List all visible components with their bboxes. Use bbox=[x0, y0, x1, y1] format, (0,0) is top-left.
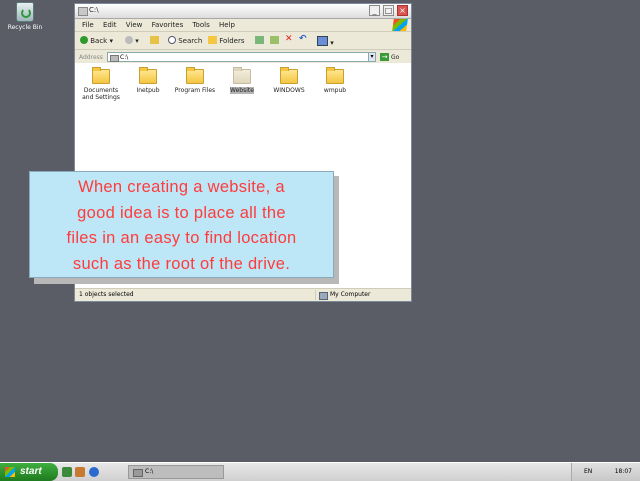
windows-logo-icon bbox=[392, 19, 408, 31]
folder-item-website[interactable]: Website bbox=[218, 67, 266, 94]
recycle-bin-icon bbox=[16, 2, 34, 22]
folder-icon bbox=[280, 67, 298, 84]
folder-label: Program Files bbox=[174, 87, 216, 94]
folder-icon bbox=[186, 67, 204, 84]
address-dropdown-button[interactable]: ▾ bbox=[368, 52, 376, 62]
callout-line: such as the root of the drive. bbox=[72, 254, 291, 273]
tutorial-callout: When creating a website, a good idea is … bbox=[29, 171, 334, 278]
folder-label-line2: and Settings bbox=[82, 94, 120, 101]
menu-view[interactable]: View bbox=[126, 21, 143, 29]
folder-icon bbox=[139, 67, 157, 84]
start-button[interactable]: start bbox=[0, 463, 58, 481]
taskbar-window-button[interactable]: C:\ bbox=[128, 465, 224, 479]
status-bar: 1 objects selected My Computer bbox=[75, 288, 411, 301]
folders-button[interactable]: Folders bbox=[208, 36, 245, 45]
go-label: Go bbox=[391, 54, 400, 61]
folder-label: wmpub bbox=[323, 87, 347, 94]
folder-label: Inetpub bbox=[136, 87, 160, 94]
delete-button[interactable]: ✕ bbox=[285, 34, 293, 44]
system-tray: EN 18:07 bbox=[571, 463, 640, 481]
recycle-bin-label: Recycle Bin bbox=[7, 24, 43, 31]
recycle-bin-shortcut[interactable]: Recycle Bin bbox=[6, 2, 44, 31]
folder-item-windows[interactable]: WINDOWS bbox=[265, 67, 313, 94]
forward-button[interactable]: ▾ bbox=[125, 36, 139, 45]
back-label: Back bbox=[90, 37, 108, 45]
copy-to-button[interactable] bbox=[270, 36, 279, 45]
copy-to-icon bbox=[270, 36, 279, 44]
undo-icon: ↶ bbox=[299, 34, 307, 44]
menu-help[interactable]: Help bbox=[219, 21, 235, 29]
start-label: start bbox=[20, 466, 42, 477]
callout-line: When creating a website, a bbox=[78, 178, 285, 196]
folders-label: Folders bbox=[219, 37, 245, 45]
menu-bar: File Edit View Favorites Tools Help bbox=[75, 19, 411, 32]
delete-icon: ✕ bbox=[285, 34, 293, 44]
folder-item-program-files[interactable]: Program Files bbox=[171, 67, 219, 94]
search-label: Search bbox=[178, 37, 203, 45]
minimize-button[interactable]: _ bbox=[369, 5, 380, 16]
folder-item-wmpub[interactable]: wmpub bbox=[311, 67, 359, 94]
media-player-icon[interactable] bbox=[75, 467, 85, 477]
status-zone-text: My Computer bbox=[315, 290, 409, 300]
menu-file[interactable]: File bbox=[82, 21, 94, 29]
folder-item-documents-and-settings[interactable]: Documents and Settings bbox=[77, 67, 125, 101]
status-selection-text: 1 objects selected bbox=[79, 291, 134, 298]
go-button[interactable]: → Go bbox=[380, 53, 399, 61]
language-indicator[interactable]: EN bbox=[584, 468, 592, 475]
move-to-icon bbox=[255, 36, 264, 44]
menu-edit[interactable]: Edit bbox=[103, 21, 117, 29]
menu-tools[interactable]: Tools bbox=[192, 21, 209, 29]
folders-icon bbox=[208, 36, 217, 44]
address-input[interactable]: C:\ bbox=[107, 52, 373, 62]
search-button[interactable]: Search bbox=[168, 36, 202, 45]
window-title: C:\ bbox=[89, 6, 99, 14]
search-icon bbox=[168, 36, 176, 44]
toolbar: Back ▾ ▾ Search Folders ✕ ↶ ▾ bbox=[75, 32, 411, 50]
folder-label: Documents bbox=[83, 87, 119, 94]
views-icon bbox=[317, 36, 328, 46]
folder-icon bbox=[92, 67, 110, 84]
views-button[interactable]: ▾ bbox=[317, 36, 334, 47]
up-folder-icon bbox=[150, 36, 159, 44]
callout-line: files in an easy to find location bbox=[66, 229, 297, 247]
folder-icon bbox=[326, 67, 344, 84]
folder-label: WINDOWS bbox=[273, 87, 305, 94]
folder-item-inetpub[interactable]: Inetpub bbox=[124, 67, 172, 94]
menu-favorites[interactable]: Favorites bbox=[152, 21, 184, 29]
close-button[interactable]: × bbox=[397, 5, 408, 16]
clock: 18:07 bbox=[614, 468, 632, 475]
back-arrow-icon bbox=[80, 36, 88, 44]
back-button[interactable]: Back ▾ bbox=[80, 36, 113, 45]
folder-window-icon bbox=[78, 7, 88, 16]
taskbar: start C:\ EN 18:07 bbox=[0, 462, 640, 481]
window-titlebar[interactable]: C:\ _ □ × bbox=[75, 4, 411, 19]
maximize-button[interactable]: □ bbox=[383, 5, 394, 16]
undo-button[interactable]: ↶ bbox=[299, 34, 307, 44]
folder-label: Website bbox=[230, 87, 254, 94]
internet-explorer-icon[interactable] bbox=[89, 467, 99, 477]
folder-icon bbox=[233, 67, 251, 84]
address-label: Address bbox=[79, 54, 103, 61]
callout-line: good idea is to place all the bbox=[77, 203, 286, 222]
up-folder-button[interactable] bbox=[150, 36, 159, 45]
move-to-button[interactable] bbox=[255, 36, 264, 45]
show-desktop-icon[interactable] bbox=[62, 467, 72, 477]
go-arrow-icon: → bbox=[380, 53, 389, 61]
forward-arrow-icon bbox=[125, 36, 133, 44]
